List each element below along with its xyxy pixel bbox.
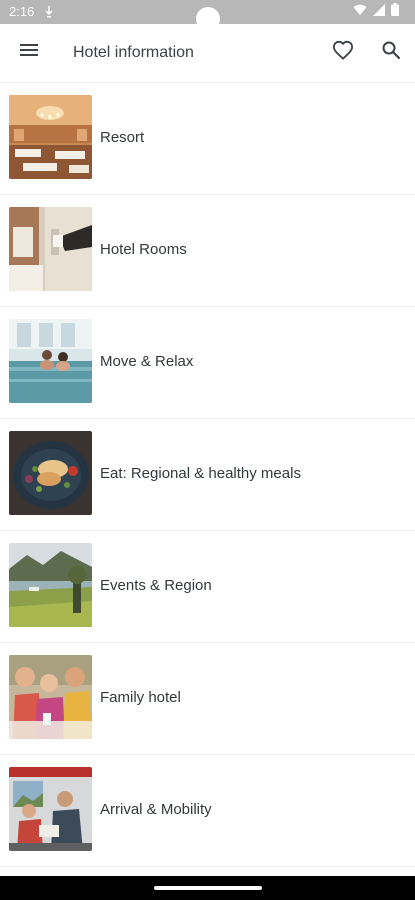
list-item-label: Events & Region: [100, 577, 212, 594]
home-indicator[interactable]: [154, 886, 262, 890]
page-title: Hotel information: [73, 44, 194, 61]
list-item-arrival-mobility[interactable]: Arrival & Mobility: [0, 755, 415, 867]
list-item-label: Family hotel: [100, 689, 181, 706]
menu-button[interactable]: [14, 37, 44, 67]
move-relax-thumbnail: [9, 319, 92, 403]
app-bar: Hotel information: [0, 24, 415, 83]
list-item-label: Eat: Regional & healthy meals: [100, 465, 301, 482]
hotel-rooms-thumbnail: [9, 207, 92, 291]
list-item-label: Arrival & Mobility: [100, 801, 212, 818]
events-region-thumbnail: [9, 543, 92, 627]
search-button[interactable]: [376, 37, 406, 67]
list-item-hotel-rooms[interactable]: Hotel Rooms: [0, 195, 415, 307]
wifi-icon: [353, 3, 367, 21]
list-item-events-region[interactable]: Events & Region: [0, 531, 415, 643]
list-item-label: Move & Relax: [100, 353, 194, 370]
heart-icon: [332, 40, 354, 65]
favorites-button[interactable]: [328, 37, 358, 67]
menu-icon: [19, 42, 39, 63]
list-item-eat-regional-healthy[interactable]: Eat: Regional & healthy meals: [0, 419, 415, 531]
family-hotel-thumbnail: [9, 655, 92, 739]
status-bar: 2:16: [0, 0, 415, 31]
search-icon: [381, 40, 401, 65]
status-icons: [353, 3, 399, 21]
hotel-info-list: Resort Hotel Rooms Move & Relax Eat: Reg…: [0, 83, 415, 867]
list-item-label: Hotel Rooms: [100, 241, 187, 258]
navigation-bar: [0, 876, 415, 900]
battery-icon: [391, 3, 399, 21]
list-item-resort[interactable]: Resort: [0, 83, 415, 195]
arrival-mobility-thumbnail: [9, 767, 92, 851]
resort-thumbnail: [9, 95, 92, 179]
status-time: 2:16: [9, 4, 35, 19]
notification-icon: [44, 5, 54, 19]
signal-icon: [373, 3, 385, 21]
list-item-move-relax[interactable]: Move & Relax: [0, 307, 415, 419]
eat-regional-thumbnail: [9, 431, 92, 515]
list-item-label: Resort: [100, 129, 145, 146]
list-item-family-hotel[interactable]: Family hotel: [0, 643, 415, 755]
